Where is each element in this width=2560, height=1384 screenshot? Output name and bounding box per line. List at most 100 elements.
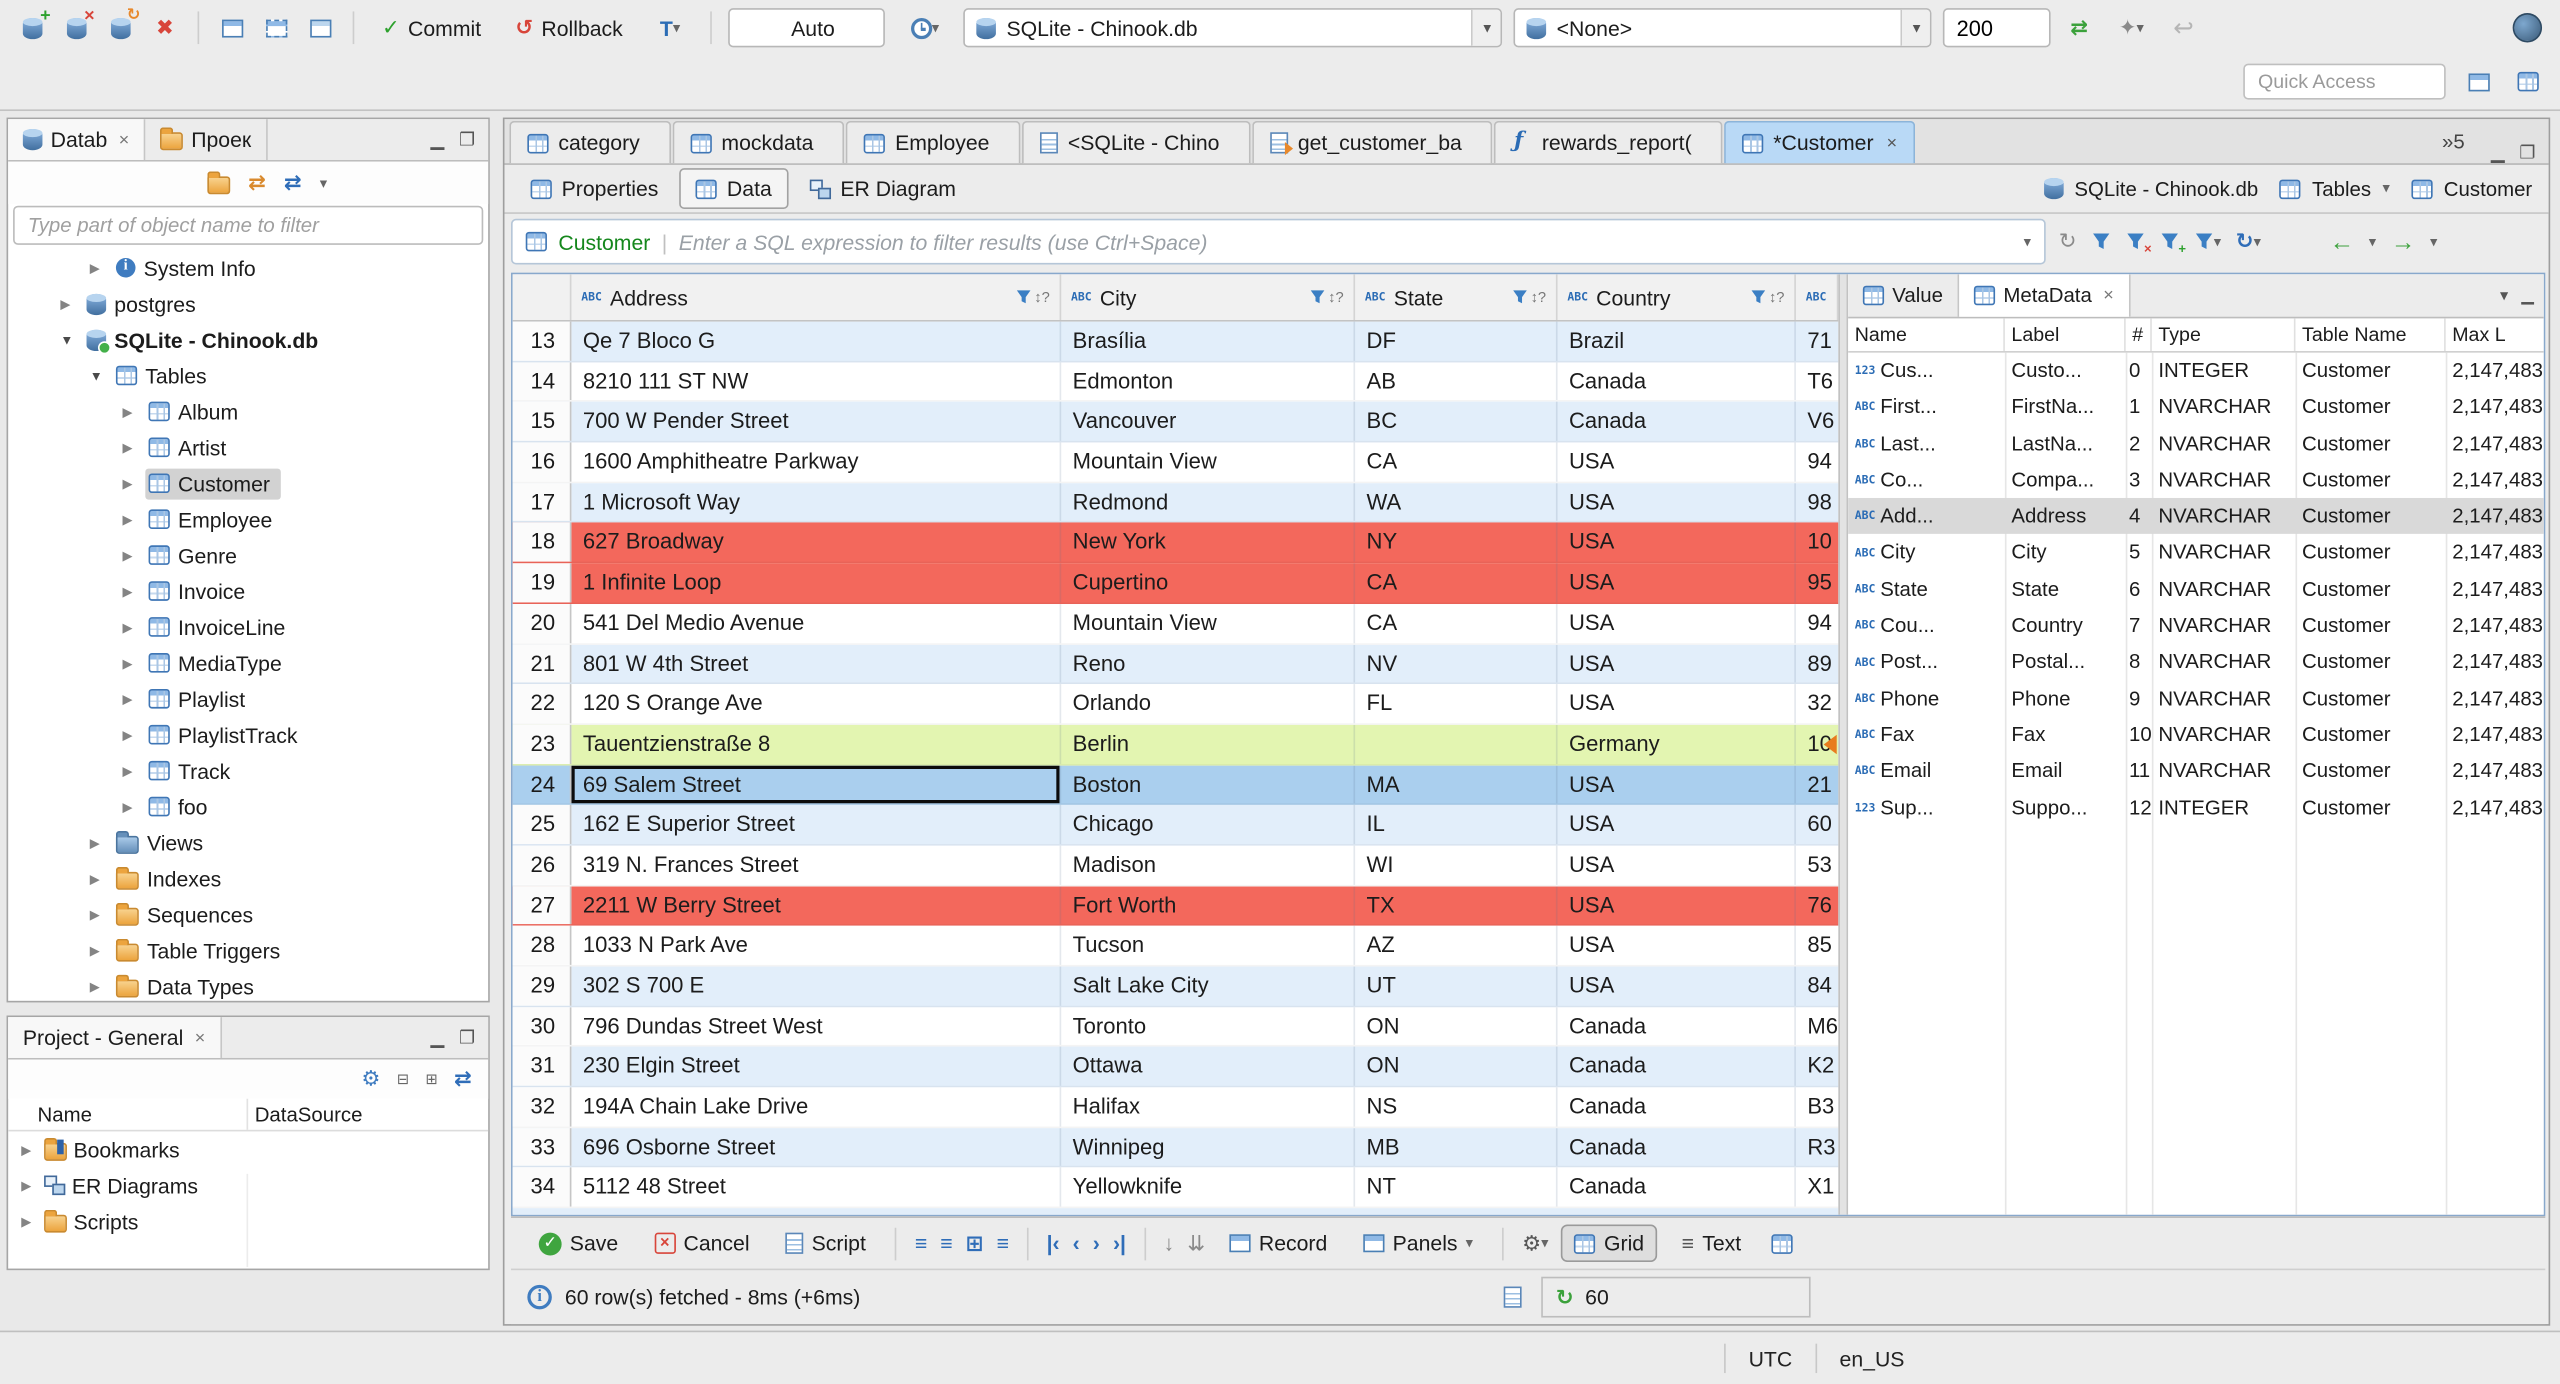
cell-address[interactable]: 194A Chain Lake Drive xyxy=(571,1087,1062,1127)
expand-arrow-icon[interactable] xyxy=(122,691,138,706)
expand-arrow-icon[interactable] xyxy=(122,799,138,814)
tree-item[interactable]: Playlist xyxy=(8,681,488,717)
column-filter-icon[interactable]: ↕? xyxy=(1751,289,1784,305)
commit-button[interactable]: ✓ Commit xyxy=(371,10,493,46)
cell-state[interactable]: TX xyxy=(1355,885,1558,925)
close-icon[interactable]: × xyxy=(2103,286,2114,306)
row-number[interactable]: 18 xyxy=(512,523,572,562)
cell-city[interactable]: Tucson xyxy=(1061,926,1356,965)
tab-projects[interactable]: Проек xyxy=(146,119,268,160)
expand-arrow-icon[interactable] xyxy=(60,296,76,311)
column-header[interactable]: ABC State ↕? xyxy=(1355,274,1558,320)
row-number[interactable]: 24 xyxy=(512,764,572,804)
tree-item[interactable]: Customer xyxy=(8,465,488,501)
tools-icon[interactable]: ✦ ▾ xyxy=(2107,11,2156,44)
metadata-row[interactable]: ABC Phone Phone 9 NVARCHAR Customer 2,147… xyxy=(1848,680,2544,716)
cell-city[interactable]: Boston xyxy=(1061,764,1356,804)
cell-country[interactable]: USA xyxy=(1558,926,1796,965)
cell-state[interactable]: NT xyxy=(1355,1168,1558,1207)
metadata-row[interactable]: ABC Cou... Country 7 NVARCHAR Customer 2,… xyxy=(1848,607,2544,643)
tree-item[interactable]: Genre xyxy=(8,537,488,573)
cell-city[interactable]: Reno xyxy=(1061,644,1356,683)
refresh-icon[interactable]: ↻ xyxy=(2059,229,2077,255)
breadcrumb-connection[interactable]: SQLite - Chinook.db xyxy=(2074,177,2258,200)
filter-history-icon[interactable]: ▾ xyxy=(2024,233,2031,251)
cell-postalcode[interactable]: 84 xyxy=(1796,967,1838,1006)
cell-country[interactable]: USA xyxy=(1558,523,1796,562)
tree-item[interactable]: Indexes xyxy=(8,860,488,896)
cell-country[interactable]: USA xyxy=(1558,805,1796,844)
cell-address[interactable]: 230 Elgin Street xyxy=(571,1047,1062,1086)
gear-icon[interactable]: ⚙ xyxy=(361,1066,380,1092)
table-row[interactable]: 20 541 Del Medio Avenue Mountain View CA… xyxy=(512,603,1839,645)
cell-address[interactable]: 627 Broadway xyxy=(571,523,1062,562)
cell-state[interactable]: CA xyxy=(1355,563,1558,603)
sync-icon[interactable]: ⇄ xyxy=(454,1066,472,1092)
cell-address[interactable]: 5112 48 Street xyxy=(571,1168,1062,1207)
metadata-row[interactable]: ABC State State 6 NVARCHAR Customer 2,147… xyxy=(1848,571,2544,607)
cell-address[interactable]: 2211 W Berry Street xyxy=(571,885,1062,925)
gear-icon[interactable]: ⚙ ▾ xyxy=(1522,1230,1548,1256)
cell-city[interactable]: Chicago xyxy=(1061,805,1356,844)
panel-menu-icon[interactable]: ▾ xyxy=(2500,287,2508,305)
cell-state[interactable]: WA xyxy=(1355,482,1558,522)
fetch-limit-input[interactable] xyxy=(1943,8,2052,48)
metadata-row[interactable]: ABC Add... Address 4 NVARCHAR Customer 2,… xyxy=(1848,498,2544,535)
last-row-icon[interactable]: ›| xyxy=(1113,1231,1126,1255)
cell-city[interactable]: Vancouver xyxy=(1061,402,1356,441)
row-number[interactable]: 31 xyxy=(512,1047,572,1086)
cell-city[interactable]: New York xyxy=(1061,523,1356,562)
row-number[interactable]: 16 xyxy=(512,442,572,482)
edit-row-icon[interactable]: ≡ xyxy=(915,1231,927,1255)
table-row[interactable]: 24 69 Salem Street Boston MA USA 21 xyxy=(512,764,1839,806)
copy-row-icon[interactable]: ⊞ xyxy=(966,1230,984,1256)
view-menu-icon[interactable]: ▾ xyxy=(320,174,327,192)
open-perspective-icon[interactable] xyxy=(2462,65,2495,98)
cell-city[interactable]: Orlando xyxy=(1061,684,1356,724)
row-number[interactable]: 25 xyxy=(512,805,572,844)
cell-postalcode[interactable]: 32 xyxy=(1796,684,1838,723)
cell-state[interactable]: NY xyxy=(1355,523,1558,562)
editor-tab[interactable]: *Customer × xyxy=(1724,120,1916,164)
metadata-row[interactable]: ABC Last... LastNa... 2 NVARCHAR Customer… xyxy=(1848,425,2544,461)
subtab[interactable]: Data xyxy=(679,168,789,209)
refresh-icon[interactable]: ↻ xyxy=(1556,1284,1574,1310)
calc-panel-icon[interactable] xyxy=(1496,1281,1529,1314)
cell-country[interactable]: USA xyxy=(1558,442,1796,482)
project-item[interactable]: Bookmarks xyxy=(8,1131,488,1167)
row-number[interactable]: 26 xyxy=(512,845,572,885)
table-row[interactable]: 34 5112 48 Street Yellowknife NT Canada … xyxy=(512,1168,1839,1209)
cell-country[interactable]: Canada xyxy=(1558,402,1796,441)
cell-address[interactable]: 162 E Superior Street xyxy=(571,805,1062,844)
cell-address[interactable]: 700 W Pender Street xyxy=(571,402,1062,441)
cell-state[interactable]: NV xyxy=(1355,644,1558,683)
tree-item[interactable]: Track xyxy=(8,753,488,789)
expand-arrow-icon[interactable] xyxy=(122,548,138,563)
cell-country[interactable]: Canada xyxy=(1558,1127,1796,1167)
editor-tab[interactable]: <SQLite - Chino xyxy=(1022,120,1251,164)
metadata-row[interactable]: 123 Cus... Custo... 0 INTEGER Customer 2,… xyxy=(1848,353,2544,389)
row-number[interactable]: 20 xyxy=(512,603,572,643)
text-view-button[interactable]: ≡ Text xyxy=(1670,1226,1752,1260)
first-row-icon[interactable]: |‹ xyxy=(1047,1231,1060,1255)
next-row-icon[interactable]: › xyxy=(1093,1231,1100,1255)
column-header[interactable]: Max L xyxy=(2446,318,2544,351)
rollback-button[interactable]: ↺ Rollback xyxy=(504,10,634,46)
cell-address[interactable]: 801 W 4th Street xyxy=(571,644,1062,683)
schema-combo[interactable]: <None> ▼ xyxy=(1514,8,1933,48)
cell-state[interactable]: AZ xyxy=(1355,926,1558,965)
reconnect-icon[interactable] xyxy=(104,6,140,44)
row-number[interactable]: 17 xyxy=(512,482,572,522)
row-number[interactable]: 29 xyxy=(512,966,572,1006)
cell-state[interactable]: MA xyxy=(1355,764,1558,804)
table-row[interactable]: 21 801 W 4th Street Reno NV USA 89 xyxy=(512,644,1839,685)
expand-arrow-icon[interactable] xyxy=(122,656,138,671)
quick-access-input[interactable] xyxy=(2243,63,2446,100)
schema-combo-arrow[interactable]: ▼ xyxy=(1901,9,1931,46)
tree-item[interactable]: InvoiceLine xyxy=(8,609,488,645)
cell-address[interactable]: 796 Dundas Street West xyxy=(571,1006,1062,1046)
column-header[interactable]: ABC Country ↕? xyxy=(1558,274,1796,320)
cell-postalcode[interactable]: 71 xyxy=(1796,322,1838,361)
column-header[interactable]: Table Name xyxy=(2296,318,2446,352)
row-number[interactable]: 33 xyxy=(512,1127,572,1167)
